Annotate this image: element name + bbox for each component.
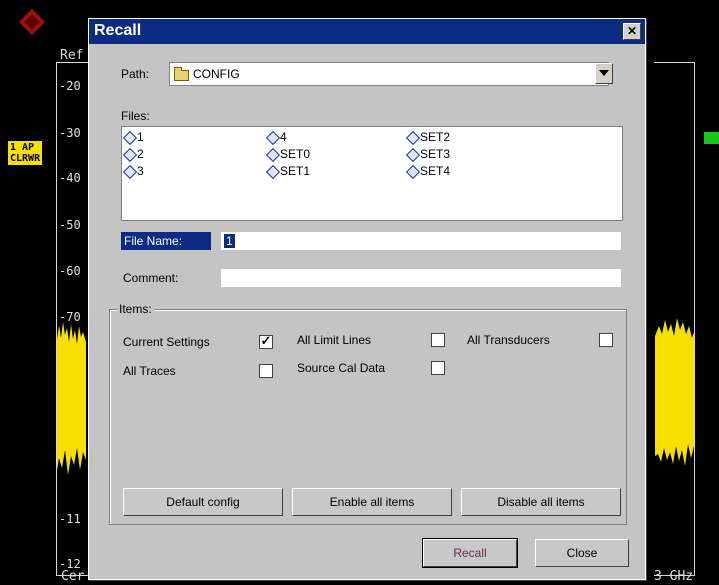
file-icon (267, 149, 278, 160)
chevron-down-icon (599, 70, 609, 76)
file-icon (267, 132, 278, 143)
scale-label: -40 (59, 171, 81, 185)
trace-right (655, 318, 694, 466)
path-label: Path: (121, 67, 150, 81)
file-name-input[interactable] (221, 232, 621, 250)
file-icon (407, 166, 418, 177)
all-transducers-label: All Transducers (467, 333, 550, 347)
close-button[interactable]: Close (535, 539, 629, 567)
file-item[interactable]: SET4 (407, 164, 450, 178)
file-item[interactable]: 2 (124, 147, 144, 161)
frequency-span-label: 3 GHz (654, 569, 694, 584)
scale-label: -30 (59, 126, 81, 140)
file-name: SET0 (280, 147, 311, 161)
scale-label: -50 (59, 218, 81, 232)
current-settings-label: Current Settings (123, 335, 210, 349)
current-settings-checkbox[interactable]: ✓ (259, 333, 273, 349)
file-item[interactable]: SET0 (267, 147, 310, 161)
file-icon (124, 166, 135, 177)
all-limit-lines-label: All Limit Lines (297, 333, 372, 347)
path-value: CONFIG (193, 67, 240, 81)
folder-icon (174, 67, 189, 81)
file-name-label: File Name: (121, 232, 211, 250)
recall-dialog: Recall ✕ Path: CONFIG Files: 1 2 3 4 SET… (88, 18, 646, 580)
center-frequency-label: Cer (61, 569, 85, 584)
rohde-schwarz-logo-icon (19, 9, 45, 35)
checkmark-icon: ✓ (260, 333, 272, 348)
files-list[interactable]: 1 2 3 4 SET0 SET1 SET2 SET3 SET4 (121, 126, 623, 221)
file-icon (407, 132, 418, 143)
file-name: 4 (280, 130, 287, 144)
file-name: SET2 (420, 130, 451, 144)
file-item[interactable]: SET1 (267, 164, 310, 178)
close-icon[interactable]: ✕ (623, 23, 641, 40)
file-item[interactable]: SET3 (407, 147, 450, 161)
file-icon (407, 149, 418, 160)
marker-tag (704, 132, 719, 144)
source-cal-data-checkbox[interactable] (431, 361, 445, 375)
file-item[interactable]: 3 (124, 164, 144, 178)
file-name: 1 (137, 130, 144, 144)
scale-label: -20 (59, 79, 81, 93)
comment-input[interactable] (221, 269, 621, 287)
dialog-title: Recall (94, 22, 142, 39)
all-limit-lines-checkbox[interactable] (431, 333, 445, 347)
scale-label: -11 (59, 512, 81, 526)
source-cal-data-label: Source Cal Data (297, 361, 386, 375)
trace-mode-badge: 1 AP CLRWR (8, 141, 42, 165)
file-item[interactable]: 4 (267, 130, 287, 144)
items-label: Items: (117, 302, 154, 316)
file-name: 2 (137, 147, 144, 161)
trace-left (57, 322, 86, 475)
path-dropdown-button[interactable] (595, 63, 613, 84)
comment-label: Comment: (123, 271, 179, 285)
file-name: SET1 (280, 164, 311, 178)
file-name: 3 (137, 164, 144, 178)
recall-button[interactable]: Recall (422, 538, 518, 568)
file-name-value: 1 (224, 234, 235, 248)
file-icon (124, 149, 135, 160)
default-config-button[interactable]: Default config (123, 488, 283, 516)
file-name: SET4 (420, 164, 451, 178)
file-item[interactable]: SET2 (407, 130, 450, 144)
scale-label: -60 (59, 264, 81, 278)
all-transducers-checkbox[interactable] (599, 333, 613, 347)
files-label: Files: (121, 109, 150, 123)
file-icon (124, 132, 135, 143)
ref-level-label: Ref (60, 48, 84, 63)
all-traces-checkbox[interactable] (259, 364, 273, 378)
file-icon (267, 166, 278, 177)
file-item[interactable]: 1 (124, 130, 144, 144)
file-name: SET3 (420, 147, 451, 161)
enable-all-items-button[interactable]: Enable all items (292, 488, 452, 516)
dialog-titlebar: Recall ✕ (89, 19, 645, 44)
all-traces-label: All Traces (123, 364, 176, 378)
disable-all-items-button[interactable]: Disable all items (461, 488, 621, 516)
